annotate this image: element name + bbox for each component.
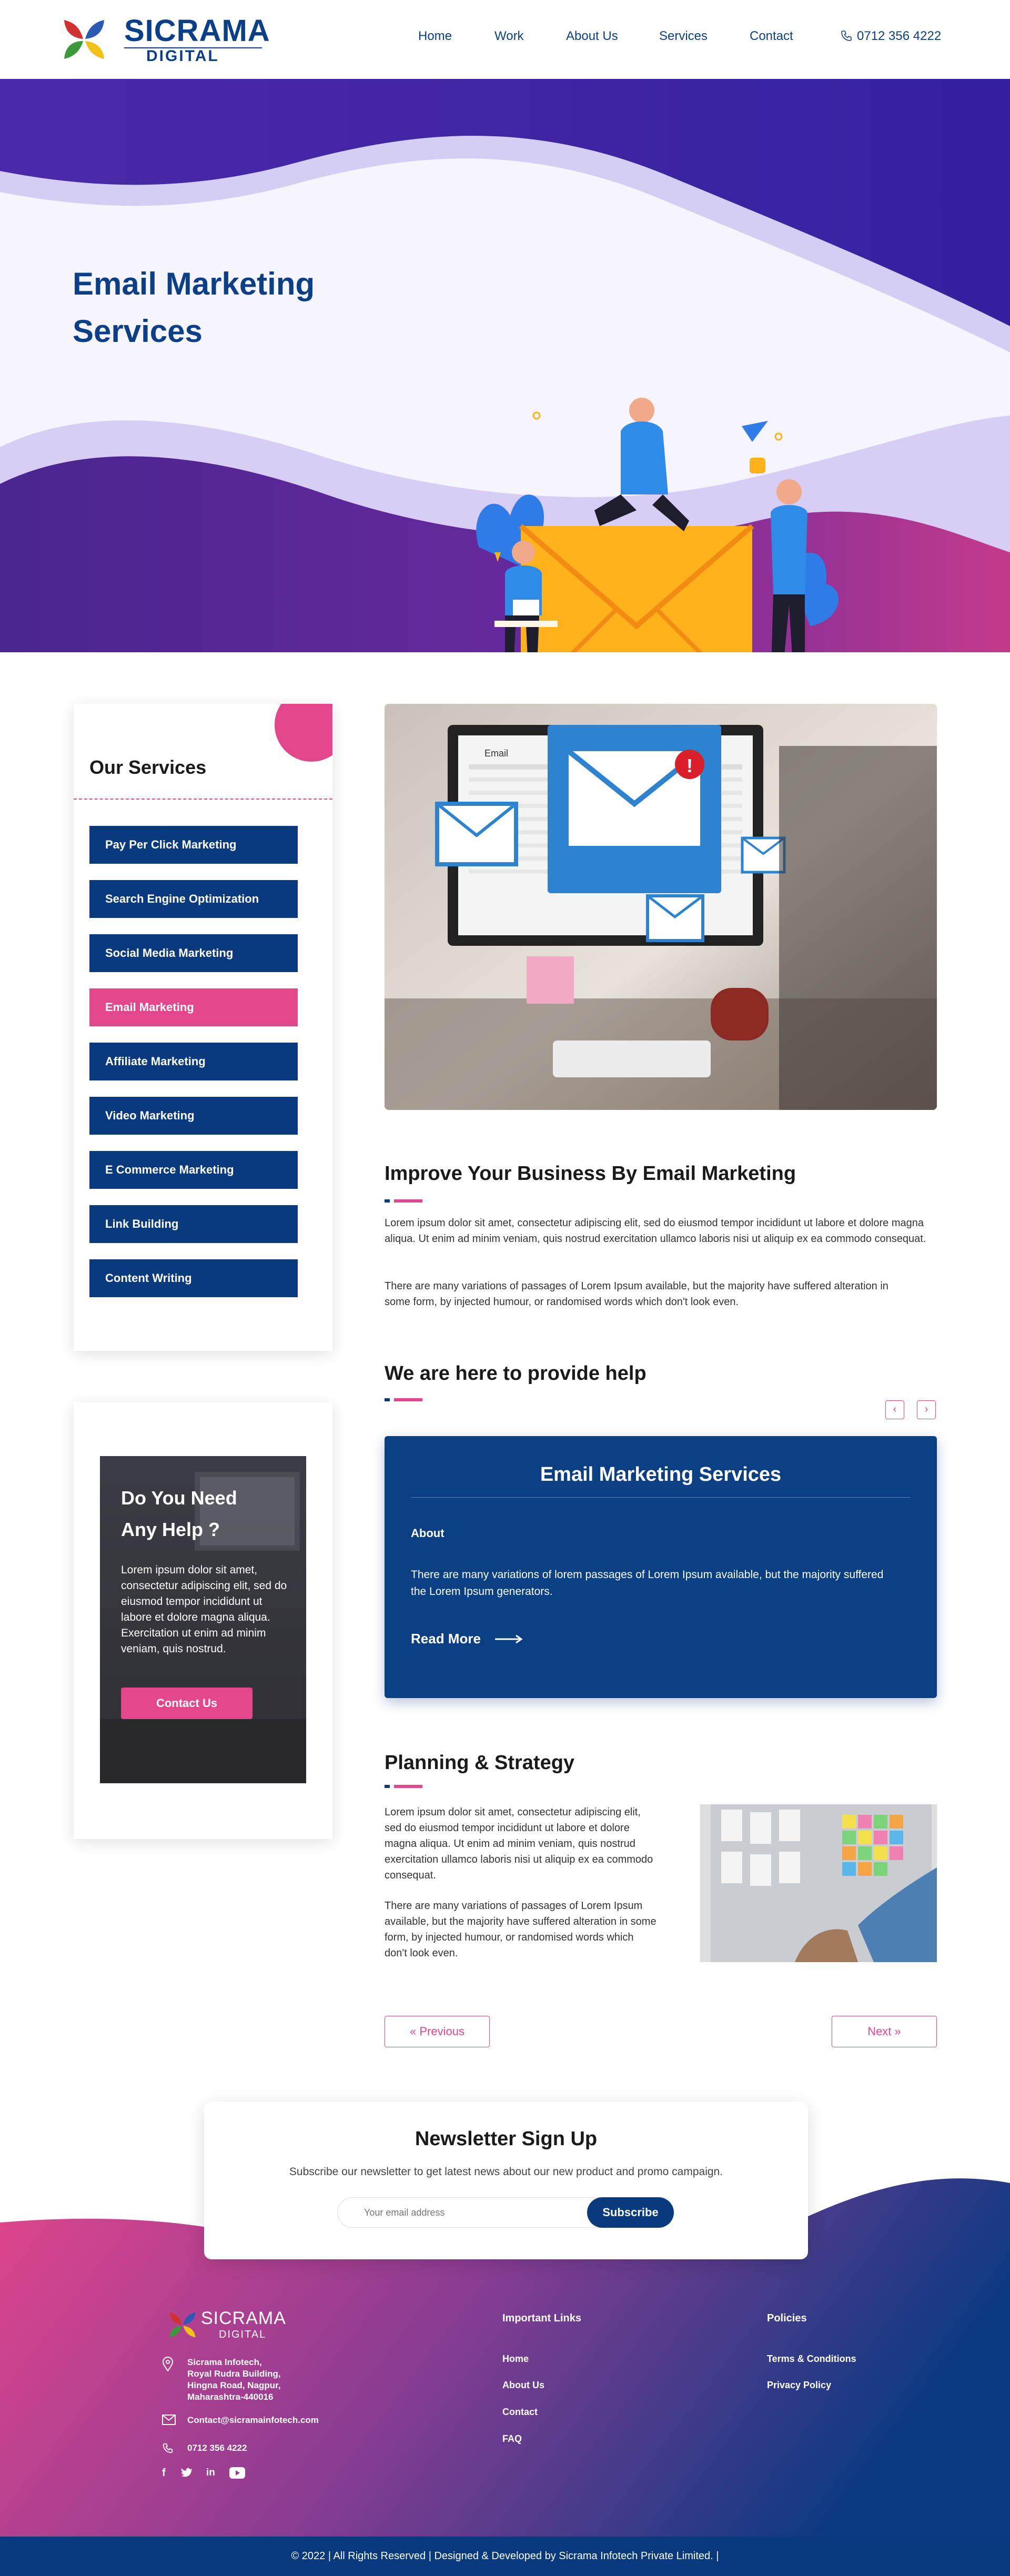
email-marketing-photo: Email ! [385,704,937,1110]
newsletter-card: Newsletter Sign Up Subscribe our newslet… [204,2102,808,2259]
footer-email-text: Contact@sicramainfotech.com [187,2415,319,2425]
nav-contact[interactable]: Contact [750,29,793,44]
phone-icon [841,31,852,41]
planning-paragraph-1: Lorem ipsum dolor sit amet, consectetur … [385,1806,653,1881]
help-section-title: We are here to provide help [385,1362,647,1385]
linkedin-icon[interactable]: in [206,2467,215,2479]
copyright-bar: © 2022 | All Rights Reserved | Designed … [0,2537,1010,2576]
subscribe-button[interactable]: Subscribe [587,2197,674,2228]
nav-about-us[interactable]: About Us [566,29,618,44]
policies-title: Policies [767,2312,807,2324]
read-more-link[interactable]: Read More [411,1631,523,1647]
header-phone-number: 0712 356 4222 [857,29,942,43]
address-line-3: Hingna Road, Nagpur, [187,2380,281,2390]
arrow-right-icon [495,1634,523,1644]
page-title-line2: Services [73,314,203,349]
email-marketing-illustration [476,398,839,652]
slider-prev-button[interactable]: ‹ [885,1400,904,1419]
planning-paragraph-2: There are many variations of passages of… [385,1900,656,1959]
services-title: Our Services [89,756,207,778]
services-sidebar: Our Services Pay Per Click Marketing Sea… [74,704,332,1351]
footer-link-home[interactable]: Home [502,2353,529,2365]
read-more-label: Read More [411,1631,481,1646]
service-content-writing[interactable]: Content Writing [89,1259,298,1297]
youtube-icon[interactable] [229,2467,245,2482]
logo-subtitle: DIGITAL [146,47,219,65]
footer-logo-subtitle: DIGITAL [219,2329,267,2340]
service-ecommerce[interactable]: E Commerce Marketing [89,1151,298,1189]
slide-label: About [411,1527,445,1540]
service-ppc[interactable]: Pay Per Click Marketing [89,826,298,864]
decorative-circle [275,704,332,762]
improve-accent [385,1199,422,1203]
service-affiliate[interactable]: Affiliate Marketing [89,1043,298,1080]
service-seo[interactable]: Search Engine Optimization [89,880,298,918]
twitter-icon[interactable] [181,2467,193,2481]
mail-icon [162,2415,176,2425]
service-video[interactable]: Video Marketing [89,1097,298,1135]
page: SICRAMA DIGITAL Home Work About Us Servi… [0,0,1010,2576]
footer-logo[interactable]: SICRAMA DIGITAL [168,2307,305,2342]
footer-link-terms[interactable]: Terms & Conditions [767,2353,856,2365]
facebook-icon[interactable]: f [162,2467,166,2479]
help-title: Do You Need Any Help ? [121,1482,289,1545]
footer-link-about-us[interactable]: About Us [502,2380,544,2391]
page-title: Email Marketing Services [73,260,388,355]
address-line-4: Maharashtra-440016 [187,2392,274,2402]
important-links-title: Important Links [502,2312,582,2324]
nav-services[interactable]: Services [659,29,708,44]
service-slide-card: Email Marketing Services About There are… [385,1436,937,1698]
site-logo[interactable]: SICRAMA DIGITAL [62,15,270,65]
contact-us-button[interactable]: Contact Us [121,1688,252,1719]
service-social-media[interactable]: Social Media Marketing [89,934,298,972]
services-divider [74,799,332,800]
nav-home[interactable]: Home [418,29,452,44]
footer-logo-wordmark: SICRAMA [201,2308,286,2328]
page-title-line1: Email Marketing [73,266,315,301]
help-panel: Do You Need Any Help ? Lorem ipsum dolor … [100,1456,306,1783]
email-photo-illustration: Email ! [385,704,937,1110]
site-header: SICRAMA DIGITAL Home Work About Us Servi… [0,0,1010,79]
planning-title: Planning & Strategy [385,1752,575,1774]
help-text: Lorem ipsum dolor sit amet, consectetur … [121,1564,287,1655]
nav-work[interactable]: Work [494,29,524,44]
service-link-building[interactable]: Link Building [89,1205,298,1243]
logo-mark-icon [64,20,104,59]
next-page-button[interactable]: Next » [832,2016,937,2047]
address-line-1: Sicrama Infotech, [187,2357,262,2367]
logo-wordmark: SICRAMA [124,14,270,48]
newsletter-subtitle: Subscribe our newsletter to get latest n… [289,2166,723,2178]
newsletter-title: Newsletter Sign Up [415,2128,598,2150]
previous-page-button[interactable]: « Previous [385,2016,490,2047]
slide-divider [411,1497,911,1498]
footer-logo-mark-icon [169,2312,196,2338]
footer-link-faq[interactable]: FAQ [502,2433,522,2444]
next-label: Next [867,2025,892,2038]
improve-paragraph-2: There are many variations of passages of… [385,1280,888,1308]
improve-paragraph-1: Lorem ipsum dolor sit amet, consectetur … [385,1217,926,1245]
footer-link-contact[interactable]: Contact [502,2407,538,2418]
slide-text: There are many variations of lorem passa… [411,1569,884,1598]
footer-link-privacy[interactable]: Privacy Policy [767,2380,831,2391]
planning-photo-illustration [700,1804,937,1962]
help-card: Do You Need Any Help ? Lorem ipsum dolor … [74,1402,332,1839]
slide-title: Email Marketing Services [540,1463,782,1486]
footer-phone-text: 0712 356 4222 [187,2443,247,2453]
help-title-line2: Any Help ? [121,1519,220,1540]
location-pin-icon [162,2357,174,2371]
footer-phone-icon [163,2443,173,2453]
address-line-2: Royal Rudra Building, [187,2369,281,2379]
planning-accent [385,1785,422,1788]
improve-title: Improve Your Business By Email Marketing [385,1163,796,1185]
planning-photo [700,1804,937,1962]
header-phone[interactable]: 0712 356 4222 [840,29,941,44]
service-email-marketing[interactable]: Email Marketing [89,988,298,1026]
slider-next-button[interactable]: › [917,1400,936,1419]
help-title-line1: Do You Need [121,1487,237,1509]
photo-screen-label: Email [484,748,508,759]
hero-banner: Email Marketing Services [0,79,1010,652]
previous-label: Previous [419,2025,464,2038]
svg-text:!: ! [686,755,693,776]
help-accent [385,1398,422,1401]
